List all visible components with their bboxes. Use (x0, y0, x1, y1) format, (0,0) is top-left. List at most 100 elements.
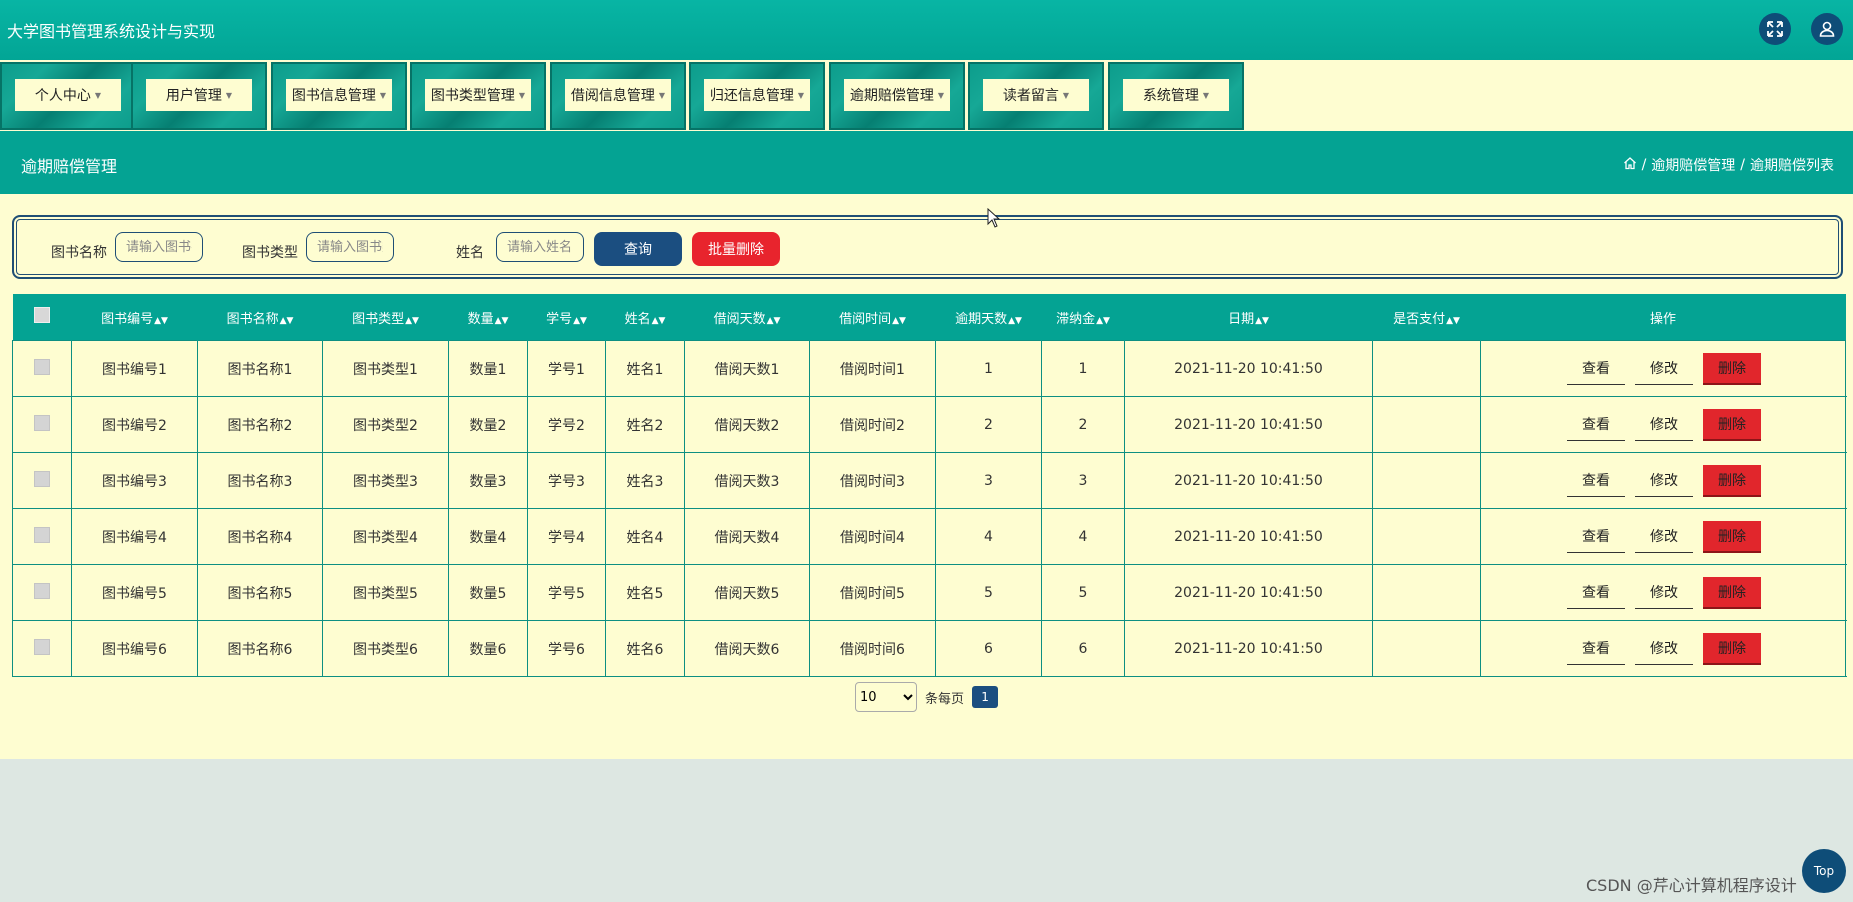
nav-system-management[interactable]: 系统管理 ▼ (1108, 62, 1244, 130)
cell-borrow-time: 借阅时间3 (809, 452, 936, 509)
cell-paid (1372, 564, 1481, 621)
nav-label: 图书类型管理 (430, 88, 515, 104)
col-header-date[interactable]: 日期▲▼ (1124, 294, 1373, 341)
cell-book-id: 图书编号2 (71, 396, 198, 453)
user-icon[interactable] (1811, 13, 1843, 45)
cell-student-id: 学号4 (527, 508, 606, 565)
cell-overdue-days: 1 (935, 340, 1042, 397)
cell-student-id: 学号2 (527, 396, 606, 453)
edit-button[interactable]: 修改 (1635, 353, 1693, 385)
row-checkbox[interactable] (12, 620, 72, 677)
view-button[interactable]: 查看 (1567, 577, 1625, 609)
delete-button[interactable]: 删除 (1703, 520, 1761, 553)
batch-delete-button[interactable]: 批量删除 (692, 232, 780, 266)
cell-actions: 查看 修改 删除 (1480, 564, 1846, 621)
row-checkbox[interactable] (12, 452, 72, 509)
breadcrumb: / 逾期赔偿管理 / 逾期赔偿列表 (1623, 155, 1834, 175)
view-button[interactable]: 查看 (1567, 409, 1625, 441)
page-size-select[interactable]: 10 (855, 682, 917, 712)
cell-date: 2021-11-20 10:41:50 (1124, 452, 1373, 509)
cell-borrow-time: 借阅时间6 (809, 620, 936, 677)
col-header-book-id[interactable]: 图书编号▲▼ (71, 294, 198, 341)
book-type-input[interactable] (306, 232, 394, 262)
page-number-current[interactable]: 1 (972, 686, 999, 708)
edit-button[interactable]: 修改 (1635, 633, 1693, 665)
delete-button[interactable]: 删除 (1703, 632, 1761, 665)
cell-name: 姓名1 (605, 340, 685, 397)
table-row: 图书编号4 图书名称4 图书类型4 数量4 学号4 姓名4 借阅天数4 借阅时间… (12, 508, 1846, 565)
col-header-book-type[interactable]: 图书类型▲▼ (322, 294, 449, 341)
col-header-paid[interactable]: 是否支付▲▼ (1372, 294, 1481, 341)
nav-book-info[interactable]: 图书信息管理 ▼ (271, 62, 407, 130)
nav-overdue-compensation[interactable]: 逾期赔偿管理 ▼ (829, 62, 965, 130)
edit-button[interactable]: 修改 (1635, 577, 1693, 609)
back-to-top-button[interactable]: Top (1802, 849, 1846, 893)
row-checkbox[interactable] (12, 340, 72, 397)
edit-button[interactable]: 修改 (1635, 465, 1693, 497)
select-all-checkbox[interactable] (12, 294, 72, 341)
nav-label: 归还信息管理 (709, 88, 794, 104)
row-checkbox[interactable] (12, 396, 72, 453)
cell-book-type: 图书类型6 (322, 620, 449, 677)
cell-book-name: 图书名称5 (197, 564, 323, 621)
nav-reader-messages[interactable]: 读者留言 ▼ (968, 62, 1104, 130)
edit-button[interactable]: 修改 (1635, 521, 1693, 553)
cell-overdue-days: 2 (935, 396, 1042, 453)
delete-button[interactable]: 删除 (1703, 576, 1761, 609)
col-header-overdue-days[interactable]: 逾期天数▲▼ (935, 294, 1042, 341)
col-header-borrow-time[interactable]: 借阅时间▲▼ (809, 294, 936, 341)
book-type-label: 图书类型 (242, 245, 298, 261)
fullscreen-icon[interactable] (1759, 13, 1791, 45)
book-name-label: 图书名称 (51, 245, 107, 261)
nav-label: 读者留言 (1002, 88, 1059, 104)
home-icon[interactable] (1623, 156, 1637, 174)
query-button[interactable]: 查询 (594, 232, 682, 266)
cell-paid (1372, 396, 1481, 453)
search-panel: 图书名称 图书类型 姓名 查询 批量删除 (12, 215, 1843, 279)
view-button[interactable]: 查看 (1567, 465, 1625, 497)
cell-late-fee: 3 (1041, 452, 1125, 509)
delete-button[interactable]: 删除 (1703, 464, 1761, 497)
cell-student-id: 学号1 (527, 340, 606, 397)
breadcrumb-overdue-management[interactable]: 逾期赔偿管理 (1651, 155, 1735, 175)
nav-label: 逾期赔偿管理 (849, 88, 934, 104)
row-checkbox[interactable] (12, 508, 72, 565)
nav-user-management[interactable]: 用户管理 ▼ (131, 62, 267, 130)
cell-book-name: 图书名称1 (197, 340, 323, 397)
cell-book-name: 图书名称2 (197, 396, 323, 453)
cell-book-name: 图书名称6 (197, 620, 323, 677)
cell-name: 姓名3 (605, 452, 685, 509)
nav-personal-center[interactable]: 个人中心 ▼ (0, 62, 136, 130)
cell-quantity: 数量4 (448, 508, 528, 565)
nav-label: 个人中心 (34, 88, 91, 104)
name-input[interactable] (496, 232, 584, 262)
view-button[interactable]: 查看 (1567, 521, 1625, 553)
breadcrumb-band: 逾期赔偿管理 / 逾期赔偿管理 / 逾期赔偿列表 (0, 131, 1853, 194)
book-name-input[interactable] (115, 232, 203, 262)
cell-name: 姓名4 (605, 508, 685, 565)
cell-quantity: 数量3 (448, 452, 528, 509)
edit-button[interactable]: 修改 (1635, 409, 1693, 441)
name-label: 姓名 (456, 245, 484, 261)
nav-book-type[interactable]: 图书类型管理 ▼ (410, 62, 546, 130)
view-button[interactable]: 查看 (1567, 353, 1625, 385)
col-header-book-name[interactable]: 图书名称▲▼ (197, 294, 323, 341)
cell-quantity: 数量5 (448, 564, 528, 621)
col-header-borrow-days[interactable]: 借阅天数▲▼ (684, 294, 810, 341)
cell-date: 2021-11-20 10:41:50 (1124, 340, 1373, 397)
cell-overdue-days: 6 (935, 620, 1042, 677)
col-header-quantity[interactable]: 数量▲▼ (448, 294, 528, 341)
col-header-student-id[interactable]: 学号▲▼ (527, 294, 606, 341)
row-checkbox[interactable] (12, 564, 72, 621)
nav-borrow-info[interactable]: 借阅信息管理 ▼ (550, 62, 686, 130)
delete-button[interactable]: 删除 (1703, 352, 1761, 385)
cell-actions: 查看 修改 删除 (1480, 508, 1846, 565)
view-button[interactable]: 查看 (1567, 633, 1625, 665)
col-header-name[interactable]: 姓名▲▼ (605, 294, 685, 341)
col-header-late-fee[interactable]: 滞纳金▲▼ (1041, 294, 1125, 341)
cell-overdue-days: 5 (935, 564, 1042, 621)
delete-button[interactable]: 删除 (1703, 408, 1761, 441)
cell-date: 2021-11-20 10:41:50 (1124, 508, 1373, 565)
nav-return-info[interactable]: 归还信息管理 ▼ (689, 62, 825, 130)
cell-actions: 查看 修改 删除 (1480, 620, 1846, 677)
